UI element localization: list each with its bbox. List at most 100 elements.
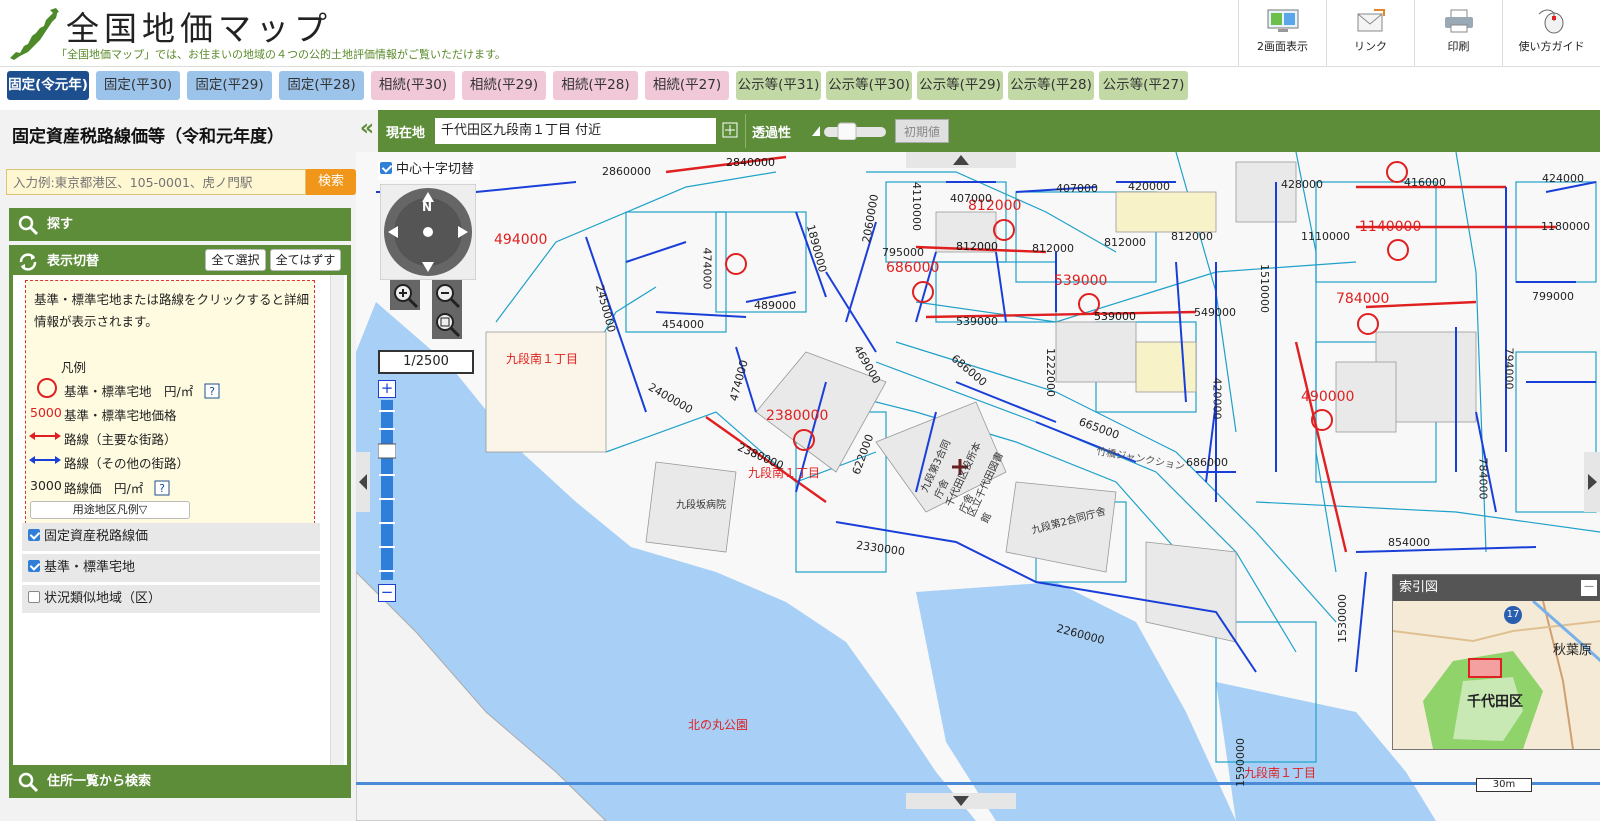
legend-land: 基準・標準宅地 円/㎡ [64,384,194,399]
collapse-sidebar-button[interactable]: « [356,110,378,152]
road-price-label[interactable]: 539000 [1094,310,1136,323]
search-input[interactable] [6,169,306,195]
dual-screen-button[interactable]: 2画面表示 [1238,0,1326,66]
tab-fix-h29[interactable]: 固定(平29) [187,71,272,100]
map-canvas[interactable]: 812000 494000 686000 539000 2380000 7840… [356,152,1600,821]
road-price-label[interactable]: 784000 [1477,458,1490,500]
road-price-label[interactable]: 428000 [1281,178,1323,191]
road-price-label[interactable]: 795000 [882,246,924,259]
road-price-label[interactable]: 4110000 [910,182,923,231]
tab-inh-h30[interactable]: 相続(平30) [371,71,455,100]
tab-fix-h30[interactable]: 固定(平30) [96,71,180,100]
checkbox-icon[interactable] [380,162,392,174]
road-price-label[interactable]: 854000 [1388,536,1430,549]
road-price-label[interactable]: 2860000 [602,165,651,178]
road-price-label[interactable]: 1222000 [1044,348,1057,397]
zoom-in-lens-icon[interactable] [390,280,420,310]
road-price-label[interactable]: 2840000 [726,156,775,169]
road-price-label[interactable]: 1530000 [1336,594,1349,643]
tab-pub-h27[interactable]: 公示等(平27) [1099,71,1188,100]
opacity-slider[interactable] [810,122,890,140]
index-station-label: 秋葉原 [1553,643,1593,658]
find-section-header[interactable]: 探す [9,208,351,241]
checkbox-icon[interactable] [28,591,40,603]
help-icon[interactable]: ? [154,480,170,496]
road-price-label[interactable]: 416000 [1404,176,1446,189]
pan-down-arrow-icon[interactable] [906,793,1016,809]
tab-fix-r1[interactable]: 固定(令元年) [7,71,89,100]
index-map-panel[interactable]: 索引図 — 17 千代田区 秋葉原 [1392,574,1600,750]
tab-pub-h30[interactable]: 公示等(平30) [826,71,912,100]
road-price-label[interactable]: 799000 [1532,290,1574,303]
road-price-label[interactable]: 539000 [956,315,998,328]
zoom-out-lens-icon[interactable] [432,280,462,310]
link-button[interactable]: リンク [1326,0,1414,66]
zoom-slider-track[interactable] [378,400,396,580]
panel-scrollbar[interactable] [330,275,344,775]
road-price-label[interactable]: 1110000 [1301,230,1350,243]
land-price-label[interactable]: 2380000 [766,408,828,424]
zoom-out-button[interactable]: − [378,584,396,602]
address-search-header[interactable]: 住所一覧から検索 [9,765,351,798]
compass-pan-control[interactable] [380,184,476,280]
legend-road-price-sample: 3000 [30,478,62,493]
deselect-all-button[interactable]: 全てはずす [270,249,341,271]
road-price-label[interactable]: 420000 [1211,378,1224,420]
tab-pub-h28[interactable]: 公示等(平28) [1008,71,1094,100]
zoom-in-button[interactable]: + [378,380,396,398]
checkbox-icon[interactable] [28,560,40,572]
land-price-label[interactable]: 490000 [1301,389,1354,405]
tab-pub-h31[interactable]: 公示等(平31) [736,71,821,100]
address-search-label: 住所一覧から検索 [47,774,152,789]
select-all-button[interactable]: 全て選択 [205,249,266,271]
tab-inh-h27[interactable]: 相続(平27) [645,71,729,100]
guide-button[interactable]: 使い方ガイド [1502,0,1600,66]
road-price-label[interactable]: 454000 [662,318,704,331]
opacity-reset-button[interactable]: 初期値 [895,119,949,143]
road-price-label[interactable]: 407000 [1056,182,1098,195]
road-price-label[interactable]: 1590000 [1234,738,1247,787]
road-price-label[interactable]: 1510000 [1258,264,1271,313]
tab-pub-h29[interactable]: 公示等(平29) [917,71,1003,100]
road-price-label[interactable]: 812000 [956,240,998,253]
print-button[interactable]: 印刷 [1414,0,1502,66]
link-mail-icon [1357,9,1385,32]
road-price-label[interactable]: 489000 [754,299,796,312]
layer-standard-land[interactable]: 基準・標準宅地 [22,554,320,582]
index-minimize-button[interactable]: — [1581,580,1597,596]
crosshair-toggle[interactable]: 中心十字切替 [378,160,481,180]
road-price-label[interactable]: 1180000 [1541,220,1590,233]
checkbox-icon[interactable] [28,529,40,541]
land-price-label[interactable]: 494000 [494,232,547,248]
land-price-label[interactable]: 784000 [1336,291,1389,307]
tab-inh-h28[interactable]: 相続(平28) [553,71,638,100]
road-price-label[interactable]: 812000 [1032,242,1074,255]
road-price-label[interactable]: 474000 [701,248,714,290]
search-button[interactable]: 検索 [306,169,356,195]
zoom-box-lens-icon[interactable] [432,309,462,339]
road-price-label[interactable]: 424000 [1542,172,1584,185]
land-price-label[interactable]: 1140000 [1359,219,1421,235]
layer-road-price-label: 固定資産税路線価 [44,529,149,544]
tab-fix-h28[interactable]: 固定(平28) [279,71,364,100]
pan-up-arrow-icon[interactable] [906,152,1016,168]
land-price-label[interactable]: 686000 [886,260,939,276]
locate-crosshair-icon[interactable] [722,122,738,138]
pan-left-arrow-icon[interactable] [356,452,370,512]
layer-road-price[interactable]: 固定資産税路線価 [22,523,320,551]
help-icon[interactable]: ? [204,383,220,399]
road-price-label[interactable]: 812000 [1104,236,1146,249]
pan-right-arrow-icon[interactable] [1584,452,1600,512]
usage-legend-button[interactable]: 用途地区凡例▽ [30,501,190,519]
blue-arrow-icon [29,456,61,464]
layer-similar-area[interactable]: 状況類似地域（区） [22,585,320,613]
road-price-label[interactable]: 794000 [1503,348,1516,390]
road-price-label[interactable]: 686000 [1186,456,1228,469]
road-price-label[interactable]: 420000 [1128,180,1170,193]
current-location-field[interactable]: 千代田区九段南１丁目 付近 [435,118,716,144]
road-price-label[interactable]: 812000 [1171,230,1213,243]
road-price-label[interactable]: 407000 [950,192,992,205]
land-price-label[interactable]: 539000 [1054,273,1107,289]
road-price-label[interactable]: 549000 [1194,306,1236,319]
tab-inh-h29[interactable]: 相続(平29) [462,71,546,100]
